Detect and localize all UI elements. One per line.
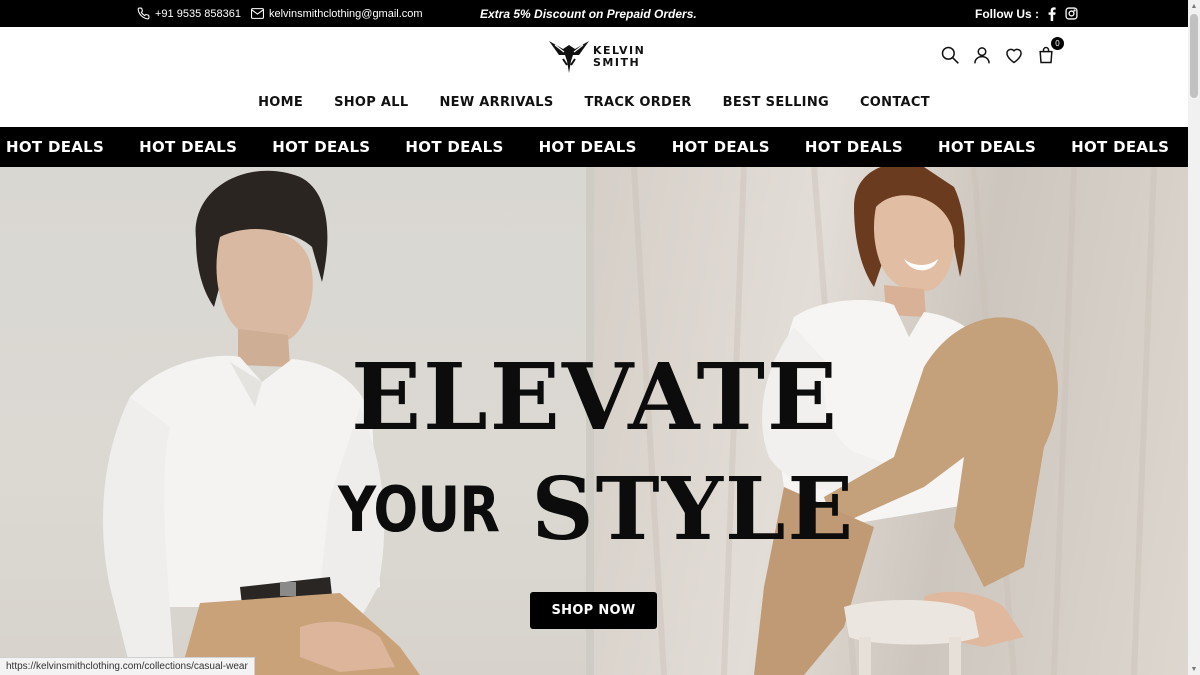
ticker-track: HOT DEALS HOT DEALS HOT DEALS HOT DEALS … (0, 138, 1169, 156)
nav-item-track-order[interactable]: TRACK ORDER (585, 95, 692, 110)
contact-info: +91 9535 858361 kelvinsmithclothing@gmai… (137, 0, 423, 27)
hero-headline-your: YOUR (338, 473, 500, 546)
phone-icon (137, 7, 150, 20)
link-status-bar: https://kelvinsmithclothing.com/collecti… (0, 657, 255, 675)
account-button[interactable] (972, 45, 992, 65)
eagle-logo-icon (549, 41, 589, 73)
ticker-item: HOT DEALS (937, 138, 1037, 156)
ticker-item: HOT DEALS (139, 138, 238, 156)
email-contact[interactable]: kelvinsmithclothing@gmail.com (250, 7, 423, 20)
cart-count-badge: 0 (1051, 37, 1064, 50)
nav-item-shop-all[interactable]: SHOP ALL (334, 95, 408, 110)
brand-logo[interactable]: KELVIN SMITH (549, 39, 645, 75)
nav-item-new-arrivals[interactable]: NEW ARRIVALS (439, 95, 553, 110)
cart-button[interactable]: 0 (1036, 37, 1064, 65)
search-icon (941, 46, 959, 64)
hot-deals-ticker: HOT DEALS HOT DEALS HOT DEALS HOT DEALS … (0, 127, 1188, 167)
follow-label: Follow Us : (975, 6, 1039, 21)
hero-headline-elevate: ELEVATE (350, 343, 840, 451)
scrollbar-thumb[interactable] (1190, 14, 1198, 98)
facebook-icon[interactable] (1047, 6, 1057, 21)
wishlist-icon (1006, 48, 1022, 64)
phone-contact[interactable]: +91 9535 858361 (137, 7, 241, 20)
email-address: kelvinsmithclothing@gmail.com (268, 7, 423, 20)
ticker-item: HOT DEALS (6, 138, 105, 156)
hero-headline-style: STYLE (531, 459, 855, 560)
nav-item-contact[interactable]: CONTACT (860, 95, 930, 110)
page-scrollbar[interactable]: ▲ ▼ (1188, 0, 1200, 675)
main-nav: HOME SHOP ALL NEW ARRIVALS TRACK ORDER B… (0, 95, 1188, 110)
site-header: KELVIN SMITH 0 HOME SHOP ALL NEW ARRIVAL… (0, 27, 1188, 127)
nav-item-best-selling[interactable]: BEST SELLING (723, 95, 829, 110)
ticker-item: HOT DEALS (671, 138, 770, 156)
search-button[interactable] (940, 45, 960, 65)
ticker-item: HOT DEALS (1071, 138, 1170, 156)
ticker-item: HOT DEALS (272, 138, 371, 156)
mail-icon (250, 8, 264, 19)
shop-now-button[interactable]: SHOP NOW (530, 592, 657, 629)
account-icon (974, 47, 990, 64)
scroll-down-arrow-icon[interactable]: ▼ (1190, 665, 1198, 673)
brand-name: KELVIN SMITH (593, 45, 645, 69)
promo-text: Extra 5% Discount on Prepaid Orders. (480, 6, 697, 21)
nav-item-home[interactable]: HOME (258, 95, 303, 110)
wishlist-button[interactable] (1004, 45, 1024, 65)
social-links: Follow Us : (975, 0, 1078, 27)
hero-headline-your-style: YOUR STYLE (338, 459, 855, 560)
header-actions: 0 (940, 37, 1064, 65)
scroll-up-arrow-icon[interactable]: ▲ (1190, 2, 1198, 10)
brand-name-line2: SMITH (593, 56, 641, 69)
ticker-item: HOT DEALS (804, 138, 903, 156)
ticker-item: HOT DEALS (538, 138, 637, 156)
phone-number: +91 9535 858361 (155, 7, 241, 20)
instagram-icon[interactable] (1065, 7, 1078, 20)
ticker-item: HOT DEALS (405, 138, 504, 156)
announcement-bar: +91 9535 858361 kelvinsmithclothing@gmai… (0, 0, 1188, 27)
hero-banner[interactable]: ELEVATE YOUR STYLE SHOP NOW (0, 167, 1188, 675)
